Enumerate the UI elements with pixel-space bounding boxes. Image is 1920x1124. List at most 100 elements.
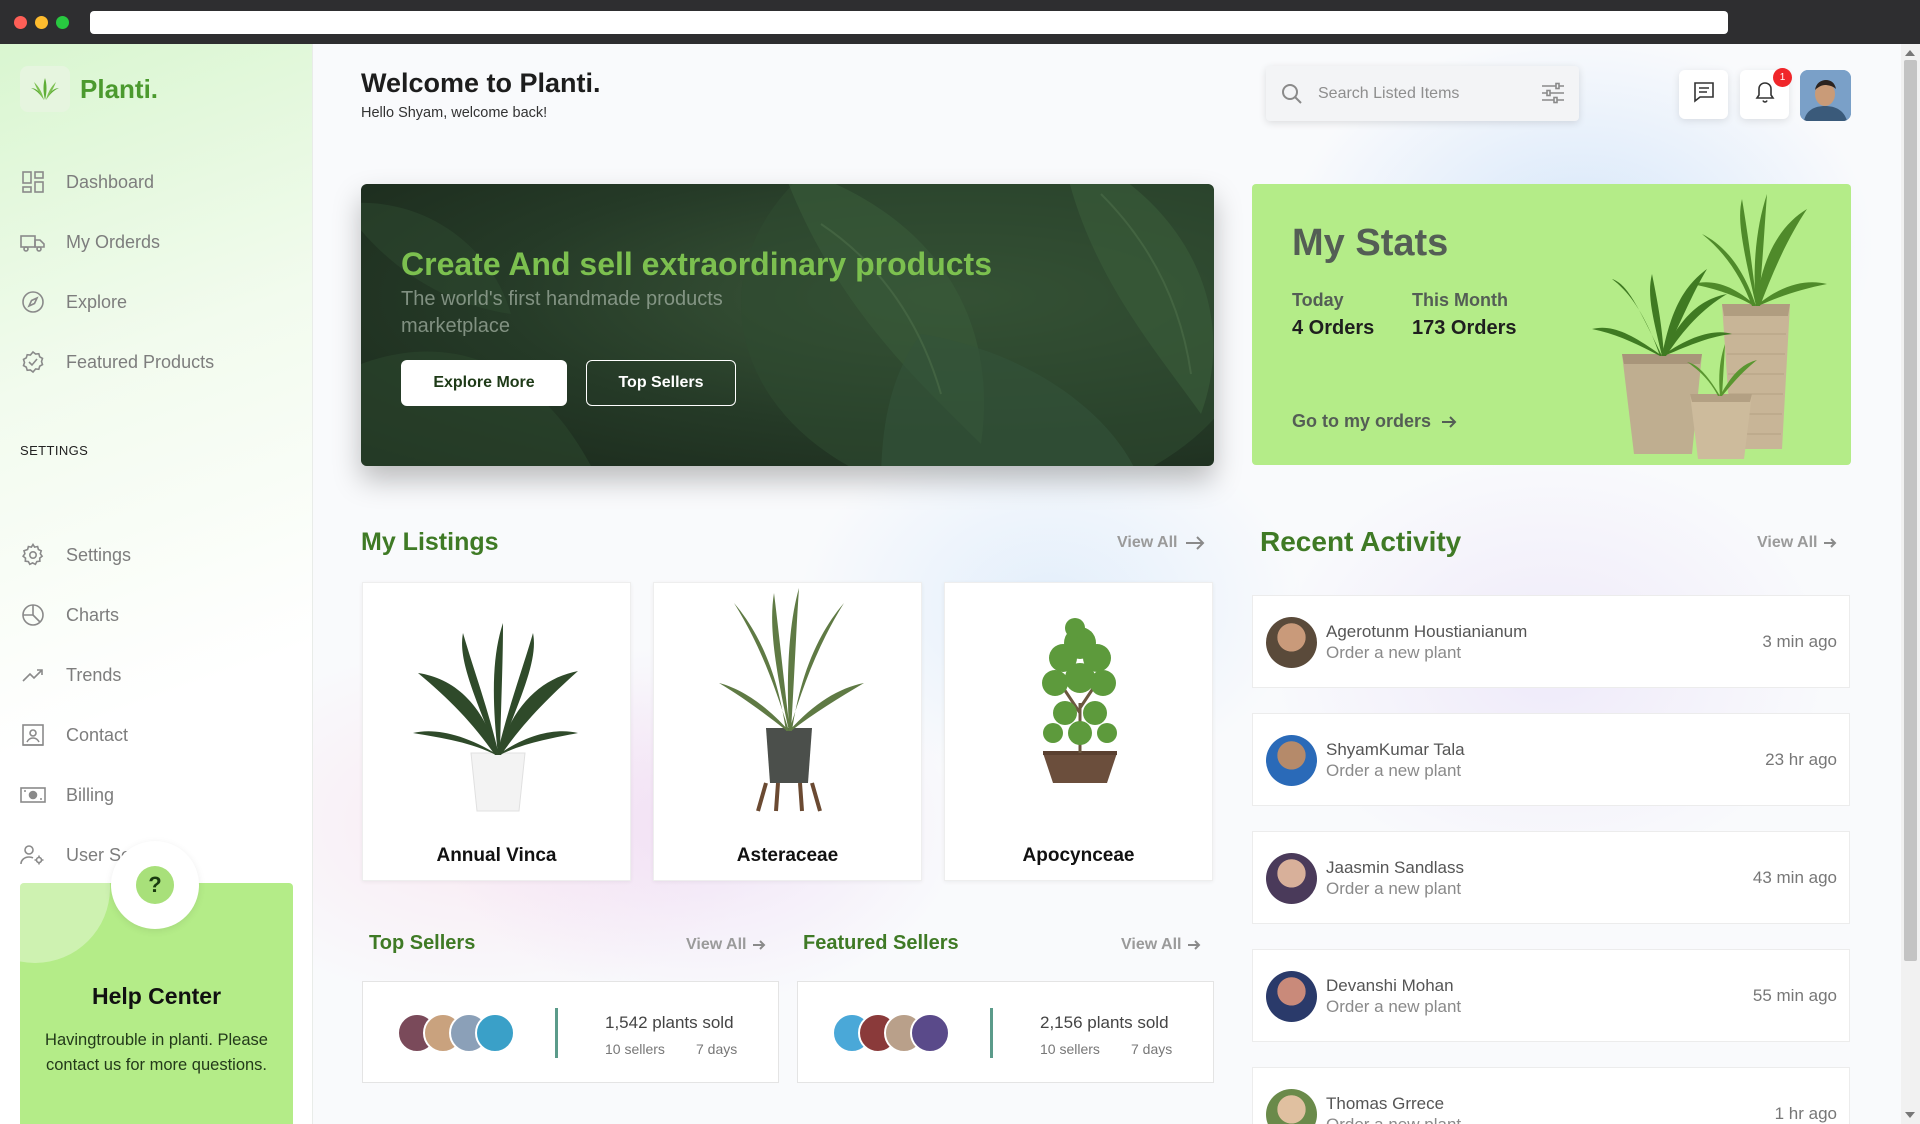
sidebar-item-settings[interactable]: Settings	[20, 537, 131, 573]
logo[interactable]: Planti.	[20, 66, 158, 112]
top-sellers-view-all-link[interactable]: View All	[686, 936, 766, 954]
search-input[interactable]	[1318, 84, 1518, 103]
plants-sold: 1,542 plants sold	[605, 1013, 734, 1032]
my-stats-card: My Stats Today 4 Orders This Month 173 O…	[1252, 184, 1851, 465]
help-bubble[interactable]: ?	[111, 841, 199, 929]
settings-heading: SETTINGS	[20, 443, 89, 458]
help-center-text: Havingtrouble in planti. Please contact …	[45, 1031, 268, 1074]
activity-action: Order a new plant	[1326, 997, 1462, 1016]
divider	[990, 1008, 993, 1058]
sidebar-item-trends[interactable]: Trends	[20, 657, 121, 693]
listing-card[interactable]: Annual Vinca	[362, 582, 631, 881]
search-icon	[1280, 80, 1308, 108]
activity-name: Agerotunm Houstianianum	[1326, 622, 1528, 641]
sidebar-item-label: Dashboard	[66, 171, 155, 192]
explore-more-button[interactable]: Explore More	[401, 360, 567, 406]
activity-name: Thomas Grrece	[1326, 1094, 1445, 1113]
leaf-logo-icon	[20, 66, 70, 112]
seller-count: 10 sellers	[605, 1041, 665, 1057]
page-subtitle: Hello Shyam, welcome back!	[361, 105, 548, 121]
filter-sliders-icon[interactable]	[1541, 82, 1565, 109]
activity-time: 3 min ago	[1762, 632, 1837, 651]
apocynceae-plant-image	[1042, 618, 1117, 783]
stat-month-value: 173 Orders	[1412, 317, 1517, 339]
stat-month-label: This Month	[1412, 290, 1508, 310]
sidebar-item-billing[interactable]: Billing	[20, 777, 114, 813]
help-center-title: Help Center	[91, 983, 222, 1009]
scrollbar-thumb[interactable]	[1904, 60, 1917, 961]
user-avatar[interactable]	[1800, 70, 1851, 121]
activity-item[interactable]: Devanshi Mohan Order a new plant 55 min …	[1252, 949, 1850, 1042]
view-all-label: View All	[1117, 534, 1178, 551]
asteraceae-plant-image	[719, 588, 864, 812]
sidebar-item-label: My Orderds	[66, 231, 161, 252]
close-window-button[interactable]	[14, 16, 27, 29]
go-to-orders-label: Go to my orders	[1292, 411, 1432, 431]
grid-icon	[20, 169, 46, 195]
activity-time: 55 min ago	[1752, 986, 1837, 1005]
money-icon	[20, 782, 46, 808]
pie-chart-icon	[20, 602, 46, 628]
view-all-label: View All	[1757, 534, 1818, 551]
contact-card-icon	[20, 722, 46, 748]
trending-up-icon	[20, 662, 46, 688]
arrow-right-icon	[1441, 415, 1457, 429]
messages-button[interactable]	[1679, 70, 1728, 119]
bell-icon	[1755, 81, 1775, 108]
notifications-button[interactable]: 1	[1740, 68, 1792, 119]
seller-avatars	[832, 1013, 950, 1053]
featured-sellers-view-all-link[interactable]: View All	[1121, 936, 1201, 954]
sidebar-item-dashboard[interactable]: Dashboard	[20, 164, 154, 200]
scroll-down-arrow-icon[interactable]	[1905, 1112, 1915, 1118]
avatar	[1266, 617, 1317, 668]
featured-sellers-summary[interactable]: 2,156 plants sold 10 sellers 7 days	[797, 981, 1214, 1083]
activity-name: Jaasmin Sandlass	[1326, 858, 1464, 877]
sidebar-item-my-orders[interactable]: My Orderds	[20, 224, 160, 260]
activity-name: Devanshi Mohan	[1326, 976, 1454, 995]
seller-avatar	[910, 1013, 950, 1053]
compass-icon	[20, 289, 46, 315]
activity-name: ShyamKumar Tala	[1326, 740, 1465, 759]
sidebar-item-featured-products[interactable]: Featured Products	[20, 344, 214, 380]
activity-action: Order a new plant	[1326, 761, 1462, 780]
seller-count: 10 sellers	[1040, 1041, 1100, 1057]
scroll-up-arrow-icon[interactable]	[1905, 50, 1915, 56]
sidebar-item-label: Contact	[66, 724, 129, 745]
activity-action: Order a new plant	[1326, 1115, 1461, 1124]
activity-item[interactable]: Thomas Grrece Order a new plant 1 hr ago	[1252, 1067, 1850, 1124]
top-sellers-summary[interactable]: 1,542 plants sold 10 sellers 7 days	[362, 981, 779, 1083]
sidebar-item-charts[interactable]: Charts	[20, 597, 119, 633]
maximize-window-button[interactable]	[56, 16, 69, 29]
avatar	[1266, 735, 1317, 786]
sidebar-item-label: Charts	[66, 604, 120, 625]
annual-vinca-plant-image	[413, 623, 578, 812]
listing-card[interactable]: Apocynceae	[944, 582, 1213, 881]
minimize-window-button[interactable]	[35, 16, 48, 29]
stat-today-label: Today	[1292, 290, 1344, 310]
arrow-right-icon	[1185, 536, 1205, 550]
sidebar-item-label: Featured Products	[66, 351, 215, 372]
featured-sellers-title: Featured Sellers	[803, 932, 959, 954]
listings-view-all-link[interactable]: View All	[1117, 534, 1205, 552]
brand-name: Planti.	[80, 73, 159, 104]
activity-view-all-link[interactable]: View All	[1757, 534, 1837, 552]
sidebar-item-contact[interactable]: Contact	[20, 717, 128, 753]
sidebar-item-explore[interactable]: Explore	[20, 284, 127, 320]
top-sellers-button[interactable]: Top Sellers	[586, 360, 736, 406]
activity-item[interactable]: ShyamKumar Tala Order a new plant 23 hr …	[1252, 713, 1850, 806]
question-icon: ?	[136, 866, 174, 904]
activity-item[interactable]: Jaasmin Sandlass Order a new plant 43 mi…	[1252, 831, 1850, 924]
potted-plants-illustration	[1592, 194, 1827, 459]
period: 7 days	[1131, 1041, 1173, 1057]
address-bar[interactable]	[90, 11, 1728, 34]
search-bar	[1266, 66, 1579, 121]
sidebar-item-label: Trends	[66, 664, 122, 685]
message-icon	[1693, 81, 1715, 108]
activity-item[interactable]: Agerotunm Houstianianum Order a new plan…	[1252, 595, 1850, 688]
go-to-orders-link[interactable]: Go to my orders	[1292, 411, 1457, 432]
avatar	[1266, 853, 1317, 904]
sidebar-item-label: Billing	[66, 784, 115, 805]
truck-icon	[20, 229, 46, 255]
sidebar-item-label: Explore	[66, 291, 128, 312]
listing-card[interactable]: Asteraceae	[653, 582, 922, 881]
